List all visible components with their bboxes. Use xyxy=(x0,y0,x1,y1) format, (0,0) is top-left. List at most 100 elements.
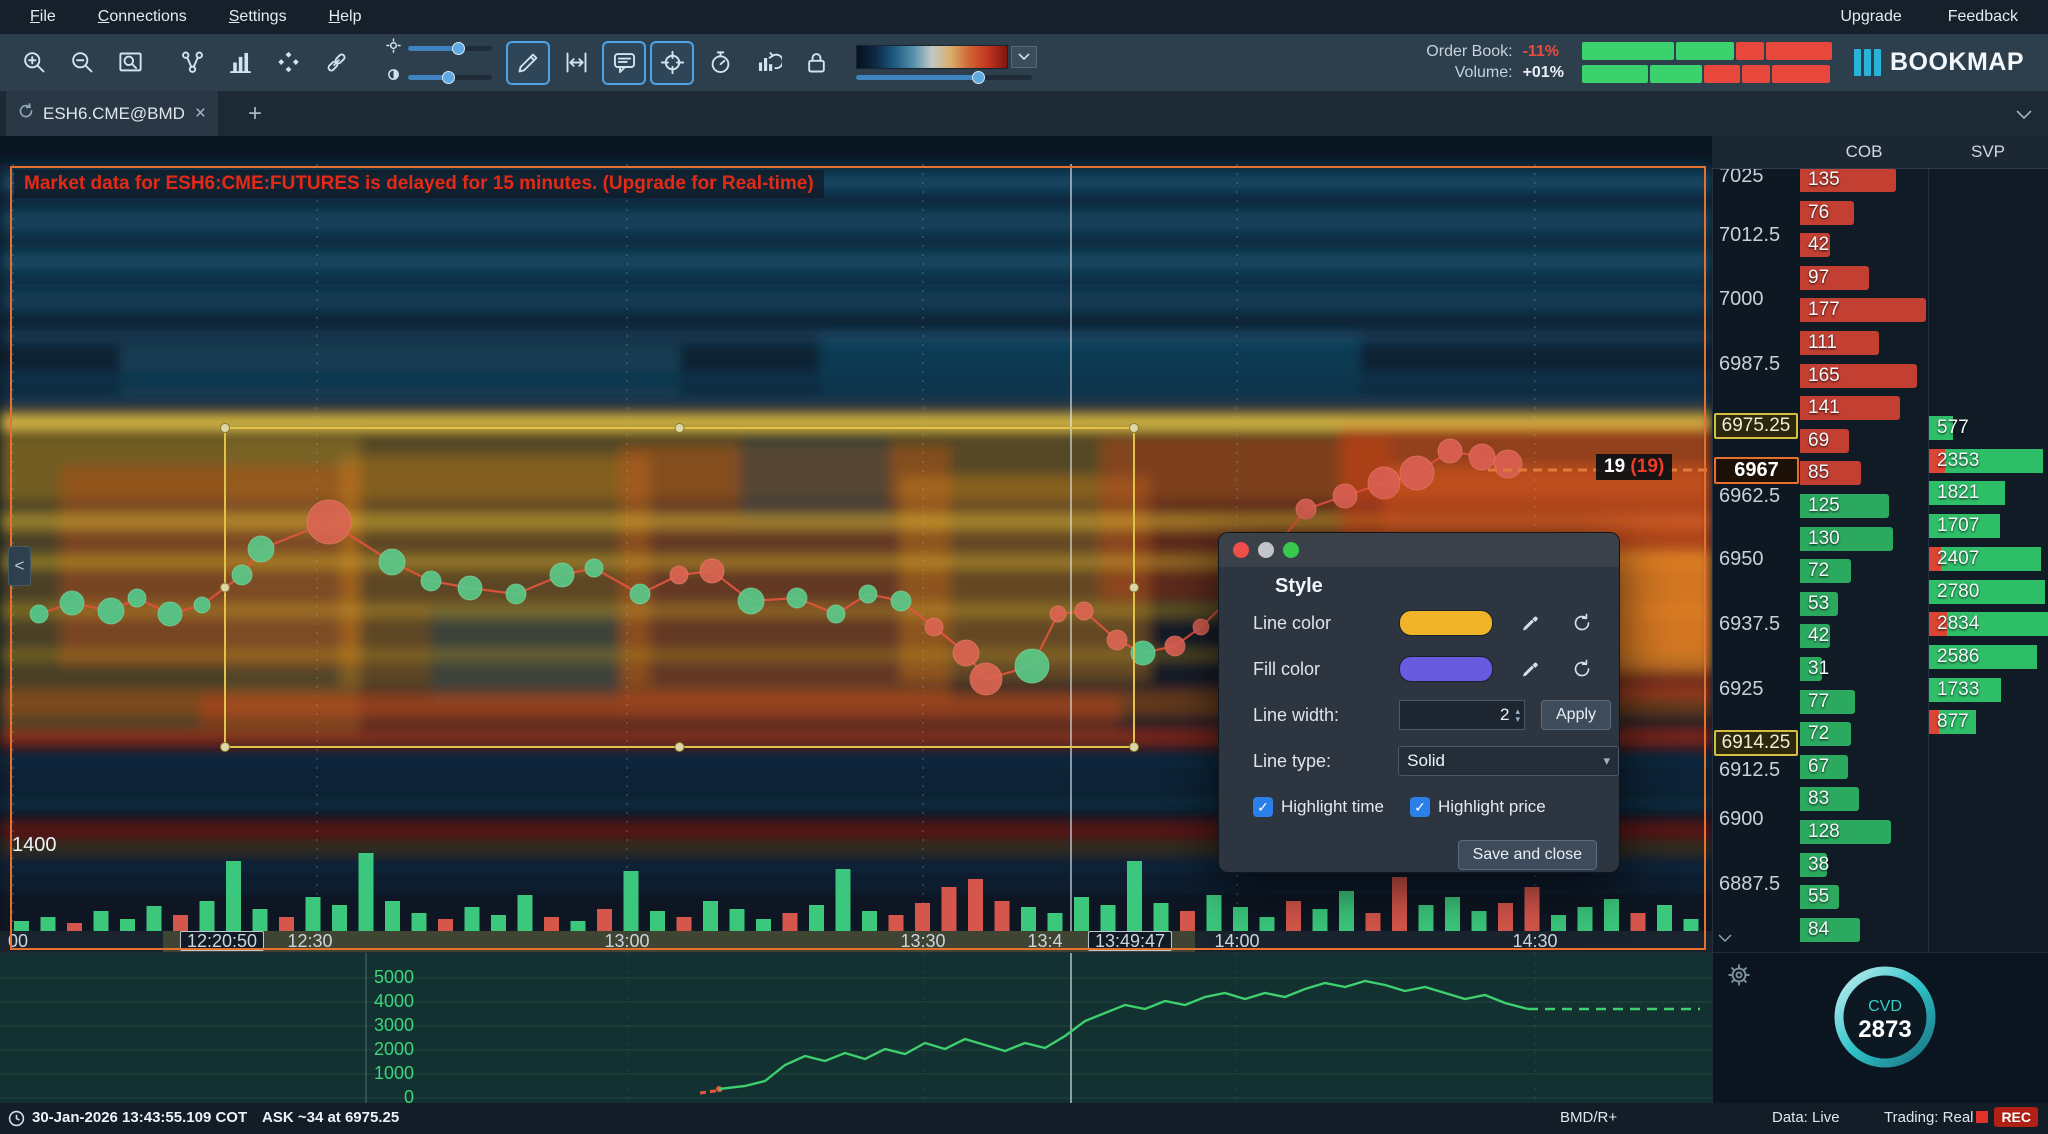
contrast-slider[interactable] xyxy=(408,75,492,80)
lock-button[interactable] xyxy=(794,41,838,85)
volume-bar xyxy=(438,919,453,931)
price-tick-label: 6900 xyxy=(1719,806,1764,832)
close-icon[interactable]: × xyxy=(195,103,206,125)
menu-item-settings[interactable]: Settings xyxy=(229,8,287,26)
volume-bar xyxy=(995,901,1010,931)
dialog-zoom-button[interactable] xyxy=(1283,542,1299,558)
measure-width-button[interactable] xyxy=(554,41,598,85)
highlight-time-checkbox[interactable] xyxy=(1253,797,1273,817)
time-tick-label: 00 xyxy=(8,931,28,952)
eyedropper-icon[interactable] xyxy=(1515,658,1545,680)
colormap-slider[interactable] xyxy=(856,75,1032,80)
status-ask: ASK ~34 at 6975.25 xyxy=(262,1109,399,1126)
chevron-down-icon[interactable] xyxy=(2016,107,2032,125)
draw-tool-button[interactable] xyxy=(506,41,550,85)
cob-value: 165 xyxy=(1808,360,1840,392)
menu-item-feedback[interactable]: Feedback xyxy=(1948,8,2018,26)
last-trade-size-label: 19 (19) xyxy=(1596,454,1672,480)
chevron-down-icon xyxy=(1018,48,1030,66)
collapse-left-button[interactable]: < xyxy=(8,546,31,586)
price-tick-label: 7012.5 xyxy=(1719,222,1780,248)
line-type-select[interactable]: Solid ▾ xyxy=(1398,746,1619,776)
volume-bar xyxy=(1207,895,1222,931)
cob-row: 67 xyxy=(1800,751,1928,783)
trade-bubble xyxy=(1400,456,1434,490)
crosshair-button[interactable] xyxy=(650,41,694,85)
volume-bar xyxy=(783,913,798,931)
zoom-out-button[interactable] xyxy=(60,41,104,85)
apply-button[interactable]: Apply xyxy=(1541,700,1611,730)
markers-button[interactable] xyxy=(266,41,310,85)
eyedropper-icon[interactable] xyxy=(1515,612,1545,634)
orderflow-segment xyxy=(1736,42,1764,60)
replay-button[interactable] xyxy=(746,41,790,85)
cob-row: 85 xyxy=(1800,457,1928,489)
bookmap-logo: BOOKMAP xyxy=(1854,48,2024,77)
dialog-close-button[interactable] xyxy=(1233,542,1249,558)
selection-handle[interactable] xyxy=(1130,743,1139,752)
svp-row: 2586 xyxy=(1929,641,2048,673)
volume-bar xyxy=(465,907,480,931)
menu-item-help[interactable]: Help xyxy=(329,8,362,26)
colormap-dropdown[interactable] xyxy=(1011,46,1037,68)
cob-row: 76 xyxy=(1800,197,1928,229)
reset-icon[interactable] xyxy=(1567,658,1597,680)
svp-row: 577 xyxy=(1929,412,2048,444)
volume-bar xyxy=(915,903,930,931)
selection-price-label: 6914.25 xyxy=(1714,730,1798,756)
colormap-gradient[interactable] xyxy=(856,45,1008,69)
line-width-input[interactable]: 2 ▴▾ xyxy=(1399,700,1525,730)
menu-item-file[interactable]: File xyxy=(30,8,56,26)
cob-row: 42 xyxy=(1800,620,1928,652)
menu-item-upgrade[interactable]: Upgrade xyxy=(1840,8,1901,26)
link-button[interactable] xyxy=(314,41,358,85)
chevron-down-icon[interactable] xyxy=(1718,930,1732,948)
svp-header: SVP xyxy=(1928,136,2048,168)
clock-icon xyxy=(8,1110,25,1131)
timer-button[interactable] xyxy=(698,41,742,85)
chart-type-button[interactable] xyxy=(218,41,262,85)
stepper-icons[interactable]: ▴▾ xyxy=(1515,707,1520,723)
selection-handle[interactable] xyxy=(221,424,230,433)
time-axis[interactable]: 0012:20:5012:3013:0013:3013:413:49:4714:… xyxy=(0,931,1712,952)
zoom-in-button[interactable] xyxy=(12,41,56,85)
zoom-region-button[interactable] xyxy=(108,41,152,85)
cob-row: 84 xyxy=(1800,914,1928,946)
selection-handle[interactable] xyxy=(1130,583,1139,592)
volume-value: +01% xyxy=(1523,64,1564,82)
cob-row: 31 xyxy=(1800,653,1928,685)
volume-bar xyxy=(597,909,612,931)
price-tick-label: 6912.5 xyxy=(1719,757,1780,783)
selection-handle[interactable] xyxy=(221,743,230,752)
price-tick-label: 6937.5 xyxy=(1719,611,1780,637)
cvd-line xyxy=(719,981,1528,1089)
add-tab-button[interactable]: + xyxy=(240,99,270,129)
dialog-titlebar[interactable] xyxy=(1219,533,1619,567)
note-balloon-button[interactable] xyxy=(602,41,646,85)
last-price-axis-label: 6967 xyxy=(1714,457,1799,484)
selection-rect[interactable] xyxy=(225,428,1134,747)
dialog-minimize-button[interactable] xyxy=(1258,542,1274,558)
brightness-slider[interactable] xyxy=(408,46,492,51)
volume-bar xyxy=(1313,909,1328,931)
reset-icon[interactable] xyxy=(1567,612,1597,634)
selection-handle[interactable] xyxy=(675,424,684,433)
cvd-chart-canvas[interactable] xyxy=(0,953,1712,1104)
selection-handle[interactable] xyxy=(675,743,684,752)
selection-handle[interactable] xyxy=(1130,424,1139,433)
gear-icon[interactable] xyxy=(1725,961,1753,994)
recording-indicator[interactable]: REC xyxy=(1976,1107,2038,1127)
fill-color-swatch[interactable] xyxy=(1399,656,1493,682)
line-color-swatch[interactable] xyxy=(1399,610,1493,636)
selection-handle[interactable] xyxy=(221,583,230,592)
save-and-close-button[interactable]: Save and close xyxy=(1458,840,1597,870)
tab-esh6[interactable]: ESH6.CME@BMD × xyxy=(6,91,218,136)
time-tick-label: 13:4 xyxy=(1027,931,1062,952)
price-axis[interactable]: 70257012.570006987.56975.2569676962.5695… xyxy=(1712,136,1800,952)
orderflow-segment xyxy=(1582,65,1648,83)
depth-nodes-button[interactable] xyxy=(170,41,214,85)
highlight-price-checkbox[interactable] xyxy=(1410,797,1430,817)
menu-item-connections[interactable]: Connections xyxy=(98,8,187,26)
price-tick-label: 6887.5 xyxy=(1719,871,1780,897)
chevron-down-icon: ▾ xyxy=(1603,753,1610,769)
